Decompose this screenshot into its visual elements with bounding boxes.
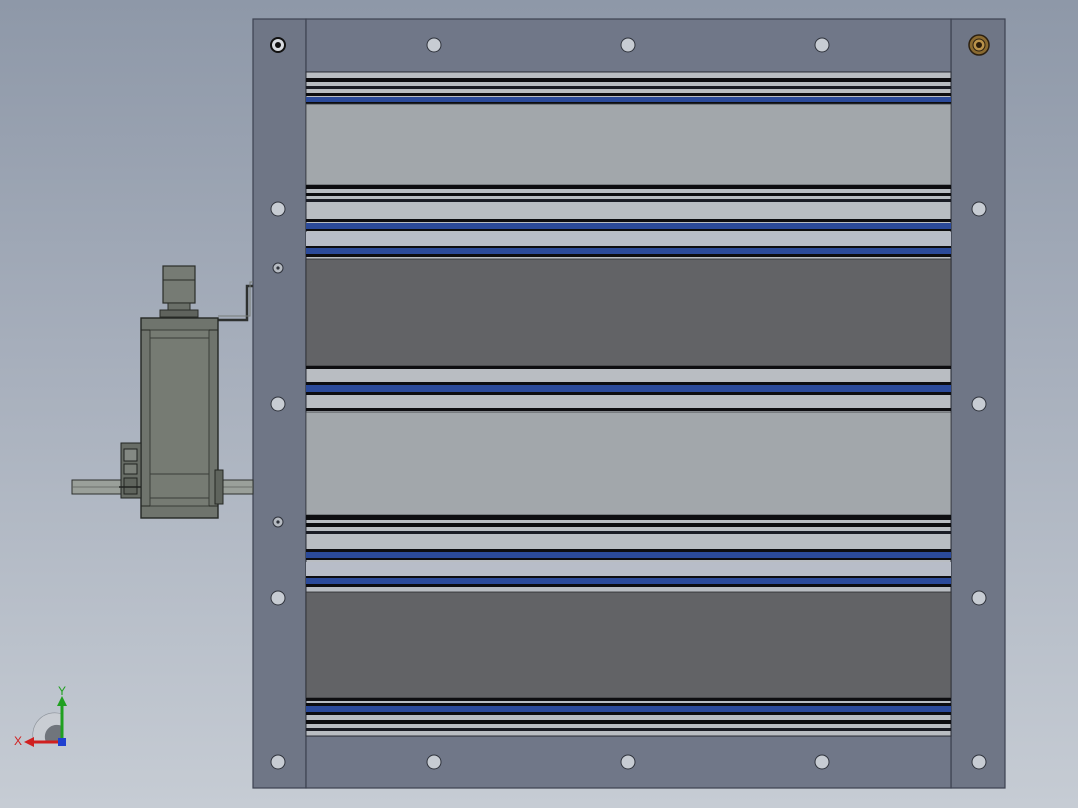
corner-fastener-top-left [270, 37, 286, 53]
bolt-hole [620, 754, 636, 770]
bolt-hole [426, 37, 442, 53]
blade-1[interactable] [305, 103, 952, 186]
bolt-hole [270, 396, 286, 412]
reference-triad: X Y [14, 684, 67, 748]
bolt-hole [971, 590, 987, 606]
actuator-connector[interactable] [162, 265, 196, 304]
coordinate-triad-icon [24, 696, 67, 747]
bolt-hole [814, 754, 830, 770]
x-axis-label: X [14, 734, 22, 748]
y-axis-label: Y [58, 684, 66, 698]
seal-strip-3 [306, 515, 951, 587]
bolt-hole [814, 37, 830, 53]
bolt-hole [426, 754, 442, 770]
blade-2[interactable] [305, 258, 952, 367]
seal-strip-1 [306, 185, 951, 257]
blade-3[interactable] [305, 411, 952, 516]
actuator-assembly[interactable] [71, 265, 254, 519]
bolt-hole [270, 590, 286, 606]
graphics-viewport[interactable]: X Y [0, 0, 1078, 808]
actuator-tab-right [214, 469, 224, 505]
damper-model[interactable] [0, 0, 1078, 808]
bolt-hole [270, 754, 286, 770]
bolt-hole [971, 201, 987, 217]
bolt-hole [620, 37, 636, 53]
manual-override-clip[interactable] [119, 442, 142, 499]
bolt-hole [270, 201, 286, 217]
corner-fastener-top-right [968, 34, 990, 56]
blade-4[interactable] [305, 591, 952, 699]
bolt-hole [971, 396, 987, 412]
linkage-rod [218, 284, 253, 322]
bolt-hole [971, 754, 987, 770]
